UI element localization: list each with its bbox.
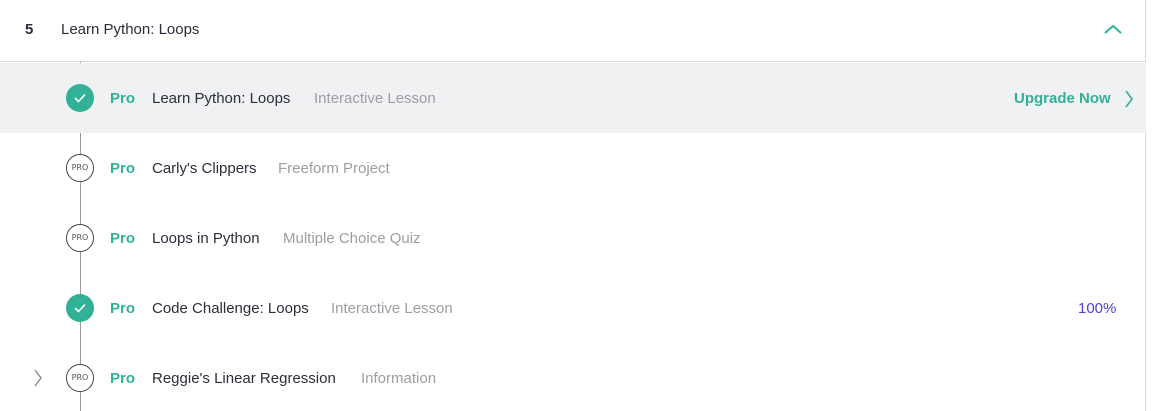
pro-tag: Pro [110,300,136,317]
upgrade-now-link[interactable]: Upgrade Now [1014,90,1111,107]
syllabus-item[interactable]: PRO Pro Carly's Clippers Freeform Projec… [0,133,1146,203]
pro-badge-text: PRO [71,373,89,382]
pro-tag: Pro [110,230,136,247]
pro-badge-text: PRO [71,233,89,242]
item-type: Interactive Lesson [331,300,453,317]
item-title[interactable]: Code Challenge: Loops [152,300,309,317]
syllabus-item[interactable]: PRO Pro Loops in Python Multiple Choice … [0,203,1146,273]
syllabus-item[interactable]: Pro Learn Python: Loops Interactive Less… [0,63,1146,133]
pro-badge-text: PRO [71,163,89,172]
progress-percent: 100% [1078,300,1117,317]
syllabus-panel: 5 Learn Python: Loops Pro Learn Python: … [0,0,1146,411]
chevron-right-icon[interactable] [33,368,43,388]
pro-lock-icon: PRO [66,154,94,182]
item-type: Multiple Choice Quiz [283,230,421,247]
checkmark-icon [66,84,94,112]
pro-lock-icon: PRO [66,364,94,392]
item-title[interactable]: Learn Python: Loops [152,90,290,107]
module-header[interactable]: 5 Learn Python: Loops [0,0,1146,62]
module-number: 5 [25,21,34,38]
pro-tag: Pro [110,90,136,107]
syllabus-item[interactable]: PRO Pro Reggie's Linear Regression Infor… [0,343,1146,411]
pro-tag: Pro [110,370,136,387]
pro-tag: Pro [110,160,136,177]
item-title[interactable]: Loops in Python [152,230,260,247]
chevron-right-icon[interactable] [1124,89,1134,109]
item-type: Information [361,370,437,387]
item-type: Freeform Project [278,160,390,177]
pro-lock-icon: PRO [66,224,94,252]
module-title: Learn Python: Loops [61,21,200,38]
item-title[interactable]: Reggie's Linear Regression [152,370,336,387]
syllabus-item[interactable]: Pro Code Challenge: Loops Interactive Le… [0,273,1146,343]
checkmark-icon [66,294,94,322]
chevron-up-icon[interactable] [1102,22,1124,38]
item-type: Interactive Lesson [314,90,436,107]
item-title[interactable]: Carly's Clippers [152,160,257,177]
